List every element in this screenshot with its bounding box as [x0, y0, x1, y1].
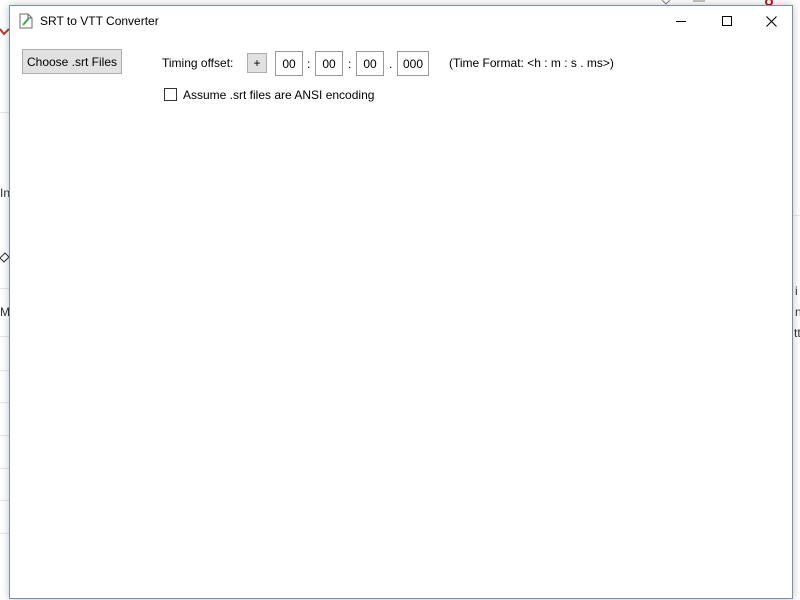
hours-input[interactable] — [275, 51, 303, 76]
background-text: i — [795, 284, 798, 298]
time-format-hint: (Time Format: <h : m : s . ms>) — [449, 56, 614, 70]
background-text: tt — [794, 326, 800, 340]
time-separator: . — [389, 57, 393, 71]
background-divider — [0, 533, 9, 534]
background-divider — [0, 468, 9, 469]
seconds-input[interactable] — [356, 51, 384, 76]
ansi-encoding-checkbox[interactable] — [164, 88, 177, 101]
background-divider — [0, 288, 9, 289]
background-divider — [793, 215, 800, 216]
timing-offset-label: Timing offset: — [162, 56, 234, 70]
offset-sign-button[interactable]: + — [247, 53, 267, 73]
time-separator: : — [307, 57, 311, 71]
desktop: In M i n tt SRT to VTT Converter Choose … — [0, 0, 800, 600]
time-separator: : — [348, 57, 352, 71]
background-tag-icon — [0, 252, 9, 263]
choose-srt-files-button[interactable]: Choose .srt Files — [22, 49, 122, 74]
background-app-icon — [0, 28, 9, 36]
background-divider — [0, 336, 9, 337]
minimize-icon — [676, 21, 686, 22]
background-divider — [0, 435, 9, 436]
title-bar[interactable]: SRT to VTT Converter — [10, 6, 792, 36]
app-icon — [19, 13, 33, 29]
background-text: n — [795, 305, 800, 319]
background-divider — [0, 402, 9, 403]
close-icon — [765, 15, 777, 27]
close-button[interactable] — [748, 6, 794, 36]
milliseconds-input[interactable] — [397, 51, 429, 76]
minutes-input[interactable] — [315, 51, 343, 76]
maximize-button[interactable] — [704, 6, 750, 36]
background-divider — [0, 112, 9, 113]
maximize-icon — [722, 16, 732, 26]
minimize-button[interactable] — [658, 6, 704, 36]
window-title: SRT to VTT Converter — [40, 14, 159, 28]
background-divider — [0, 500, 9, 501]
main-window: SRT to VTT Converter Choose .srt Files T… — [9, 5, 793, 599]
ansi-encoding-label[interactable]: Assume .srt files are ANSI encoding — [183, 88, 374, 102]
background-divider — [0, 370, 9, 371]
